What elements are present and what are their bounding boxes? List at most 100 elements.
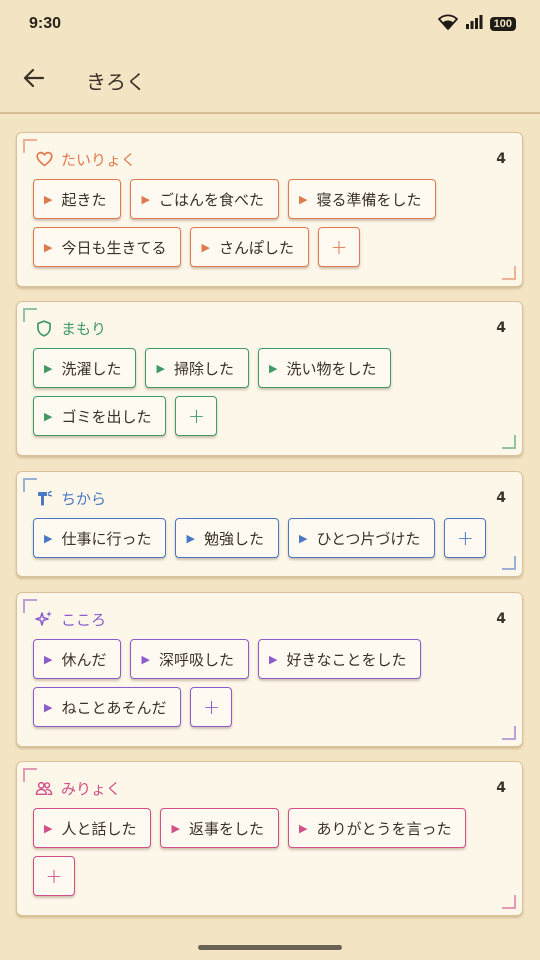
action-chip[interactable]: ▶ 洗い物をした: [257, 348, 392, 388]
action-chip-list: ▶ 洗濯した ▶ 掃除した ▶ 洗い物をした ▶ ゴミを出した +: [33, 348, 506, 436]
play-triangle-icon: ▶: [44, 531, 53, 545]
action-chip[interactable]: ▶ ゴミを出した: [33, 396, 167, 436]
action-chip[interactable]: ▶ ありがとうを言った: [287, 808, 467, 848]
play-triangle-icon: ▶: [44, 409, 53, 423]
card-count: 4: [496, 320, 506, 336]
play-triangle-icon: ▶: [268, 361, 278, 375]
arrow-left-icon: [23, 68, 45, 92]
action-chip-label: ねことあそんだ: [61, 698, 167, 717]
action-chip-label: 休んだ: [61, 650, 107, 669]
sparkle-icon: [35, 610, 53, 628]
action-chip[interactable]: ▶ さんぽした: [190, 227, 309, 267]
play-triangle-icon: ▶: [44, 192, 53, 206]
card-count: 4: [496, 780, 506, 796]
action-chip[interactable]: ▶ ひとつ片づけた: [287, 518, 436, 558]
action-chip[interactable]: ▶ 返事をした: [160, 808, 279, 848]
play-triangle-icon: ▶: [171, 821, 180, 835]
card-count: 4: [496, 611, 506, 627]
card-header: たいりょく 4: [35, 149, 506, 169]
action-chip-label: 返事をした: [188, 819, 264, 838]
play-triangle-icon: ▶: [44, 821, 53, 835]
action-chip-list: ▶ 休んだ ▶ 深呼吸した ▶ 好きなことをした ▶ ねことあそんだ +: [33, 639, 506, 727]
card-header: まもり 4: [35, 318, 506, 338]
action-chip-label: 仕事に行った: [61, 529, 152, 548]
action-chip[interactable]: ▶ 深呼吸した: [130, 639, 249, 679]
action-chip-list: ▶ 仕事に行った ▶ 勉強した ▶ ひとつ片づけた +: [33, 518, 506, 558]
action-chip[interactable]: ▶ 人と話した: [33, 808, 152, 848]
status-icons: 100: [437, 14, 516, 34]
card-count: 4: [496, 490, 506, 506]
home-indicator[interactable]: [198, 945, 342, 950]
action-chip-list: ▶ 起きた ▶ ごはんを食べた ▶ 寝る準備をした ▶ 今日も生きてる ▶ さんぽした +: [33, 179, 506, 267]
status-bar: 9:30 100: [0, 0, 540, 48]
add-action-button[interactable]: +: [33, 856, 75, 896]
corner-bracket: [502, 266, 516, 280]
action-chip-label: 勉強した: [203, 529, 264, 548]
category-card-mamori: まもり 4 ▶ 洗濯した ▶ 掃除した ▶ 洗い物をした ▶ ゴミを出した +: [16, 301, 523, 456]
hammer-icon: [35, 489, 53, 507]
add-action-button[interactable]: +: [175, 396, 218, 436]
action-chip-label: 好きなことをした: [286, 650, 407, 669]
action-chip-label: 洗い物をした: [286, 359, 377, 378]
add-action-button[interactable]: +: [317, 227, 360, 267]
corner-bracket: [502, 895, 516, 909]
corner-bracket: [502, 556, 516, 570]
back-button[interactable]: [0, 47, 68, 113]
play-triangle-icon: ▶: [44, 700, 53, 714]
action-chip[interactable]: ▶ ごはんを食べた: [130, 179, 279, 219]
card-header: こころ 4: [35, 609, 506, 629]
people-icon: [35, 779, 53, 797]
card-count: 4: [496, 151, 506, 167]
add-action-button[interactable]: +: [190, 687, 233, 727]
action-chip-label: 深呼吸した: [158, 650, 234, 669]
card-header: ちから 4: [35, 488, 506, 508]
action-chip-label: ありがとうを言った: [316, 819, 452, 838]
play-triangle-icon: ▶: [44, 652, 53, 666]
action-chip-label: ゴミを出した: [61, 407, 152, 426]
action-chip[interactable]: ▶ 休んだ: [33, 639, 122, 679]
card-title: みりょく: [61, 779, 122, 798]
action-chip[interactable]: ▶ 今日も生きてる: [33, 227, 182, 267]
card-title: たいりょく: [61, 150, 137, 169]
corner-bracket: [502, 726, 516, 740]
action-chip[interactable]: ▶ 起きた: [33, 179, 122, 219]
play-triangle-icon: ▶: [44, 240, 53, 254]
play-triangle-icon: ▶: [141, 192, 150, 206]
category-card-chikara: ちから 4 ▶ 仕事に行った ▶ 勉強した ▶ ひとつ片づけた +: [16, 471, 523, 577]
play-triangle-icon: ▶: [44, 361, 53, 375]
category-card-tairyoku: たいりょく 4 ▶ 起きた ▶ ごはんを食べた ▶ 寝る準備をした ▶ 今日も生きてる ▶ さんぽした…: [16, 132, 523, 287]
action-chip-label: 洗濯した: [61, 359, 122, 378]
action-chip-label: ひとつ片づけた: [316, 529, 421, 548]
action-chip[interactable]: ▶ 勉強した: [175, 518, 279, 558]
play-triangle-icon: ▶: [141, 652, 150, 666]
card-title: こころ: [61, 610, 107, 629]
shield-icon: [35, 319, 53, 337]
action-chip-label: 人と話した: [61, 819, 137, 838]
category-card-kokoro: こころ 4 ▶ 休んだ ▶ 深呼吸した ▶ 好きなことをした ▶ ねことあそんだ +: [16, 592, 523, 747]
play-triangle-icon: ▶: [268, 652, 278, 666]
action-chip[interactable]: ▶ 寝る準備をした: [287, 179, 437, 219]
battery-indicator: 100: [489, 17, 516, 31]
card-title: まもり: [61, 319, 107, 338]
play-triangle-icon: ▶: [201, 240, 210, 254]
action-chip[interactable]: ▶ 洗濯した: [33, 348, 137, 388]
app-bar: きろく: [0, 48, 540, 114]
action-chip[interactable]: ▶ ねことあそんだ: [33, 687, 182, 727]
heart-icon: [35, 150, 53, 168]
page-title: きろく: [86, 69, 146, 94]
action-chip-label: 今日も生きてる: [61, 238, 167, 257]
action-chip[interactable]: ▶ 仕事に行った: [33, 518, 167, 558]
action-chip[interactable]: ▶ 掃除した: [145, 348, 249, 388]
action-chip-list: ▶ 人と話した ▶ 返事をした ▶ ありがとうを言った +: [33, 808, 506, 896]
play-triangle-icon: ▶: [156, 361, 165, 375]
add-action-button[interactable]: +: [444, 518, 487, 558]
signal-icon: [465, 14, 483, 34]
card-title: ちから: [61, 489, 107, 508]
category-card-miryoku: みりょく 4 ▶ 人と話した ▶ 返事をした ▶ ありがとうを言った +: [16, 761, 523, 916]
action-chip[interactable]: ▶ 好きなことをした: [257, 639, 422, 679]
play-triangle-icon: ▶: [298, 531, 308, 545]
action-chip-label: 掃除した: [173, 359, 234, 378]
play-triangle-icon: ▶: [298, 821, 308, 835]
action-chip-label: 起きた: [61, 190, 107, 209]
action-chip-label: さんぽした: [218, 238, 294, 257]
